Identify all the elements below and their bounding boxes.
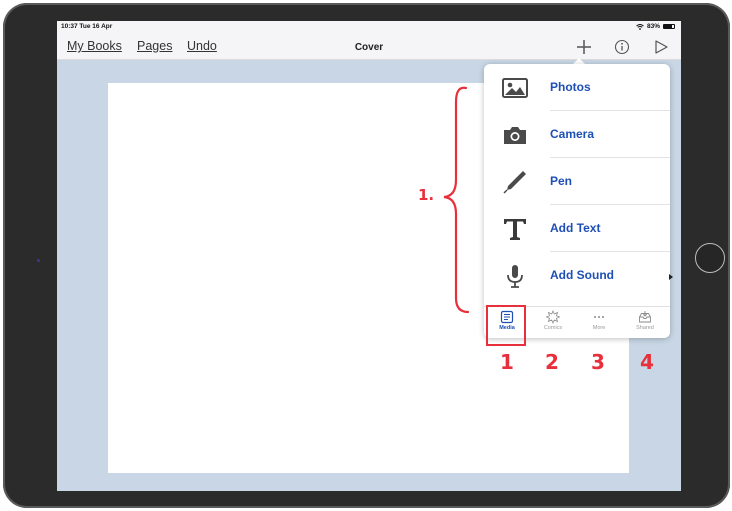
tab-shared[interactable]: Shared <box>622 309 668 337</box>
tab-comics[interactable]: Comics <box>530 309 576 337</box>
text-icon <box>504 219 526 240</box>
annotation-bracket <box>443 86 470 314</box>
status-bar: 10:37 Tue 16 Apr 83% <box>57 21 681 33</box>
menu-item-label: Add Text <box>550 221 601 235</box>
annotation-number-2: 2 <box>545 350 559 374</box>
menu-item-photos[interactable]: Photos <box>484 64 670 111</box>
annotation-number-4: 4 <box>640 350 654 374</box>
battery-icon <box>663 24 675 29</box>
tab-label: Comics <box>543 325 563 331</box>
wifi-icon <box>636 23 644 30</box>
menu-item-label: Photos <box>550 80 591 94</box>
tab-label: Shared <box>636 325 654 331</box>
screen: 10:37 Tue 16 Apr 83% My Books Pages Undo… <box>57 21 681 491</box>
more-icon <box>594 316 604 318</box>
status-time: 10:37 Tue 16 Apr <box>61 23 113 30</box>
tab-more[interactable]: More <box>576 309 622 337</box>
annotation-number-3: 3 <box>591 350 605 374</box>
menu-item-label: Pen <box>550 174 573 188</box>
front-camera <box>37 259 40 262</box>
menu-item-camera[interactable]: Camera <box>484 111 670 158</box>
photos-icon <box>502 78 528 98</box>
annotation-bracket-label: 1. <box>418 186 435 204</box>
menu-item-pen[interactable]: Pen <box>484 158 670 205</box>
annotation-highlight-box <box>486 305 526 346</box>
toolbar: My Books Pages Undo Cover <box>57 33 681 60</box>
annotation-number-1: 1 <box>500 350 514 374</box>
shared-icon <box>639 311 651 323</box>
pen-icon <box>503 171 526 194</box>
menu-item-label: Add Sound <box>550 268 614 282</box>
insert-popover: Photos Camera Pen Add Text Add Sound Med… <box>484 64 670 338</box>
chevron-right-icon <box>669 274 673 280</box>
plus-icon[interactable] <box>575 38 593 56</box>
comics-icon <box>546 310 560 324</box>
status-right: 83% <box>636 23 675 30</box>
menu-item-add-sound[interactable]: Add Sound <box>484 252 670 299</box>
tab-label: More <box>592 325 606 331</box>
home-button[interactable] <box>695 243 725 273</box>
microphone-icon <box>507 265 523 288</box>
info-icon[interactable] <box>613 38 631 56</box>
menu-item-label: Camera <box>550 127 595 141</box>
play-icon[interactable] <box>652 38 670 56</box>
menu-item-add-text[interactable]: Add Text <box>484 205 670 252</box>
battery-percent: 83% <box>646 23 660 30</box>
camera-icon <box>504 127 526 144</box>
